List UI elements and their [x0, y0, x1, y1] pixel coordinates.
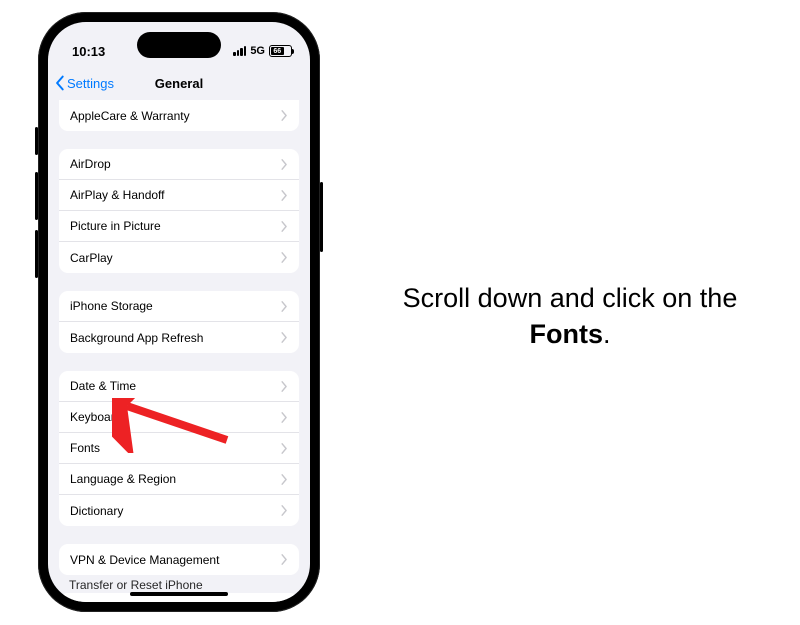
instruction-suffix: . — [603, 319, 611, 349]
chevron-right-icon — [281, 554, 288, 565]
dynamic-island — [137, 32, 221, 58]
row-transfer-reset-cutoff: Transfer or Reset iPhone — [69, 578, 203, 592]
phone-frame: 10:13 5G 66 Settings General AppleCare &… — [38, 12, 320, 612]
instruction-text: Scroll down and click on the Fonts. — [365, 280, 775, 353]
chevron-right-icon — [281, 301, 288, 312]
row-label: VPN & Device Management — [70, 553, 219, 567]
row-airdrop[interactable]: AirDrop — [59, 149, 299, 180]
row-date-time[interactable]: Date & Time — [59, 371, 299, 402]
chevron-right-icon — [281, 412, 288, 423]
row-applecare-warranty[interactable]: AppleCare & Warranty — [59, 100, 299, 131]
side-button — [35, 172, 38, 220]
chevron-right-icon — [281, 505, 288, 516]
row-label: Keyboard — [70, 410, 121, 424]
row-label: Dictionary — [70, 504, 123, 518]
settings-group: Date & Time Keyboard Fonts Language & Re… — [59, 371, 299, 526]
network-label: 5G — [250, 45, 265, 57]
row-label: AppleCare & Warranty — [70, 109, 190, 123]
chevron-right-icon — [281, 110, 288, 121]
row-label: Picture in Picture — [70, 219, 161, 233]
row-picture-in-picture[interactable]: Picture in Picture — [59, 211, 299, 242]
row-label: AirPlay & Handoff — [70, 188, 165, 202]
side-button — [320, 182, 323, 252]
row-fonts[interactable]: Fonts — [59, 433, 299, 464]
status-time: 10:13 — [72, 44, 105, 59]
chevron-right-icon — [281, 221, 288, 232]
row-language-region[interactable]: Language & Region — [59, 464, 299, 495]
settings-group: AppleCare & Warranty — [59, 100, 299, 131]
instruction-prefix: Scroll down and click on the — [403, 283, 738, 313]
row-dictionary[interactable]: Dictionary — [59, 495, 299, 526]
row-label: Background App Refresh — [70, 331, 203, 345]
side-button — [35, 230, 38, 278]
chevron-right-icon — [281, 190, 288, 201]
row-keyboard[interactable]: Keyboard — [59, 402, 299, 433]
nav-title: General — [48, 76, 310, 91]
home-indicator[interactable] — [130, 592, 228, 596]
row-vpn-device-management[interactable]: VPN & Device Management — [59, 544, 299, 575]
chevron-right-icon — [281, 443, 288, 454]
row-label: Date & Time — [70, 379, 136, 393]
side-button — [35, 127, 38, 155]
phone-screen: 10:13 5G 66 Settings General AppleCare &… — [48, 22, 310, 602]
nav-bar: Settings General — [48, 66, 310, 100]
row-label: Language & Region — [70, 472, 176, 486]
row-airplay-handoff[interactable]: AirPlay & Handoff — [59, 180, 299, 211]
battery-level: 66 — [273, 48, 281, 55]
row-iphone-storage[interactable]: iPhone Storage — [59, 291, 299, 322]
row-label: Legal & Regulatory — [70, 602, 172, 603]
chevron-right-icon — [281, 252, 288, 263]
chevron-right-icon — [281, 474, 288, 485]
settings-scroll[interactable]: AppleCare & Warranty AirDrop AirPlay & H… — [48, 100, 310, 602]
signal-icon — [233, 46, 246, 56]
row-label: AirDrop — [70, 157, 111, 171]
status-right: 5G 66 — [233, 45, 292, 57]
chevron-right-icon — [281, 159, 288, 170]
instruction-bold: Fonts — [529, 319, 603, 349]
row-carplay[interactable]: CarPlay — [59, 242, 299, 273]
battery-icon: 66 — [269, 45, 292, 57]
row-label: CarPlay — [70, 251, 113, 265]
row-background-app-refresh[interactable]: Background App Refresh — [59, 322, 299, 353]
chevron-right-icon — [281, 381, 288, 392]
row-label: Fonts — [70, 441, 100, 455]
settings-group: VPN & Device Management — [59, 544, 299, 575]
row-label: iPhone Storage — [70, 299, 153, 313]
settings-group: iPhone Storage Background App Refresh — [59, 291, 299, 353]
settings-group: AirDrop AirPlay & Handoff Picture in Pic… — [59, 149, 299, 273]
chevron-right-icon — [281, 332, 288, 343]
